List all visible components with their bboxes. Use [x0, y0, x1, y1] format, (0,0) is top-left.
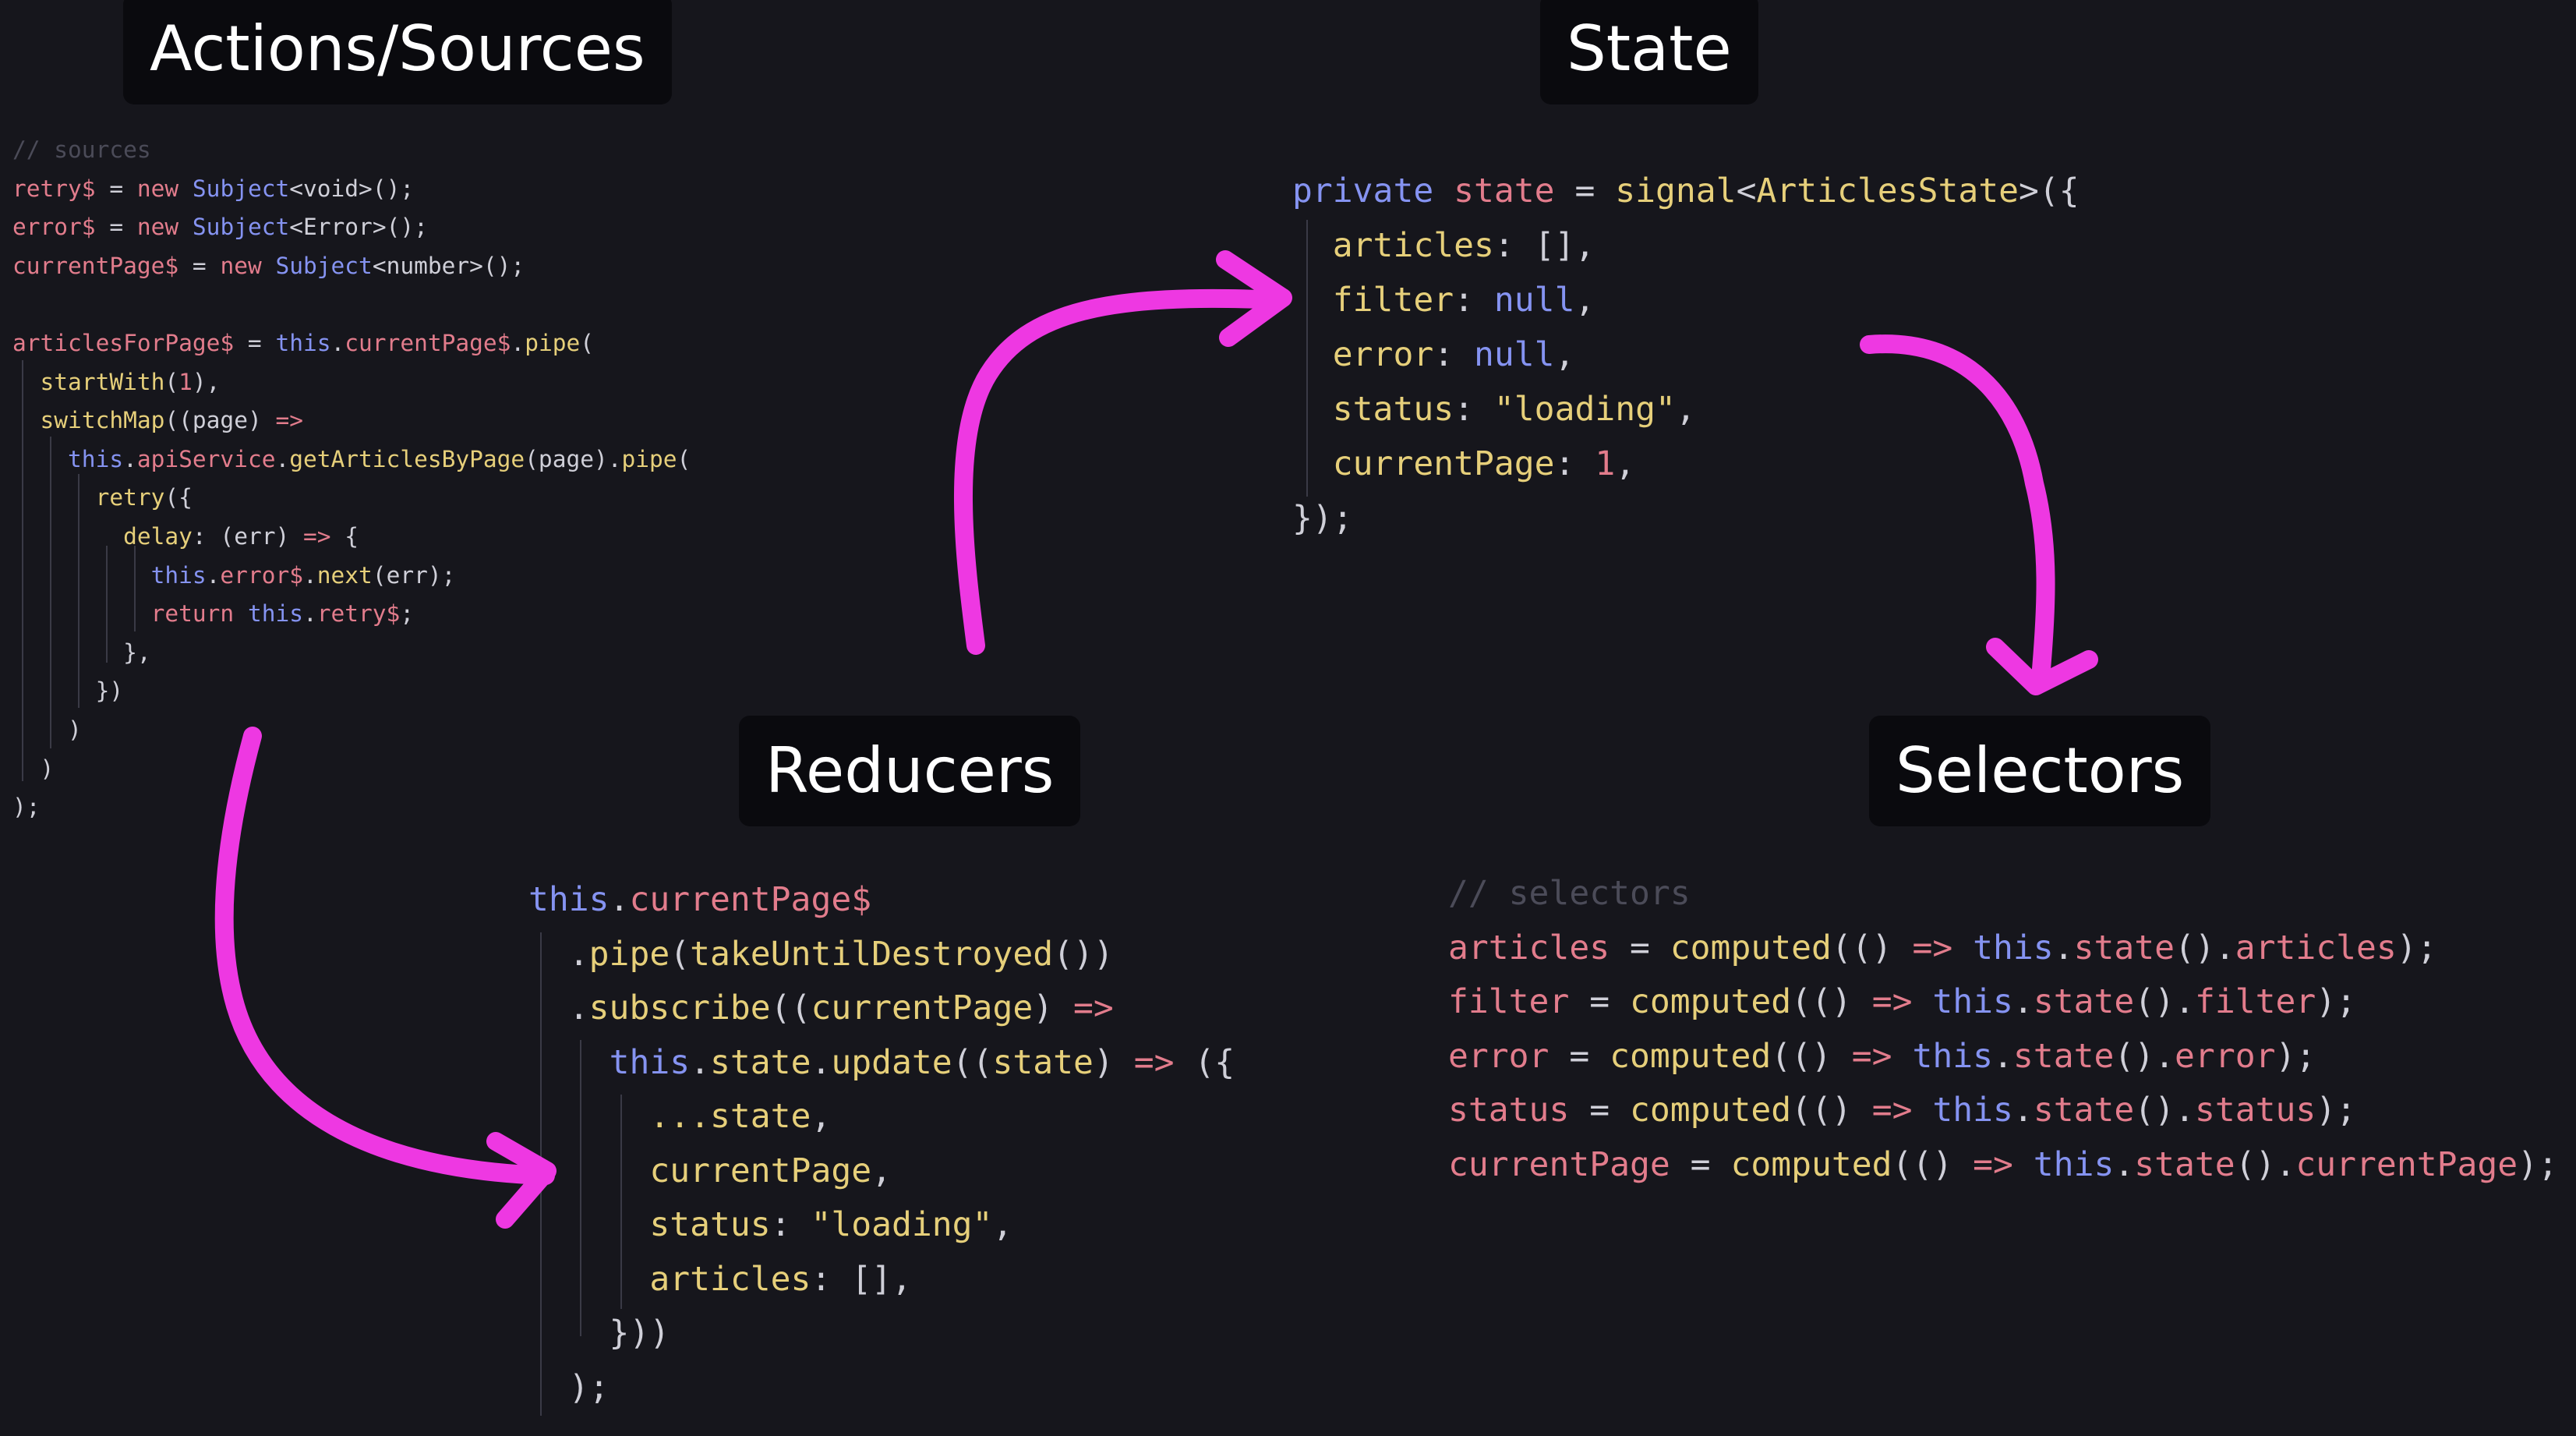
arrow-reducers-to-state [954, 250, 1292, 655]
arrow-actions-to-reducers [214, 727, 557, 1229]
arrow-state-to-selectors [1860, 334, 2098, 695]
flow-arrows [214, 250, 2098, 1229]
